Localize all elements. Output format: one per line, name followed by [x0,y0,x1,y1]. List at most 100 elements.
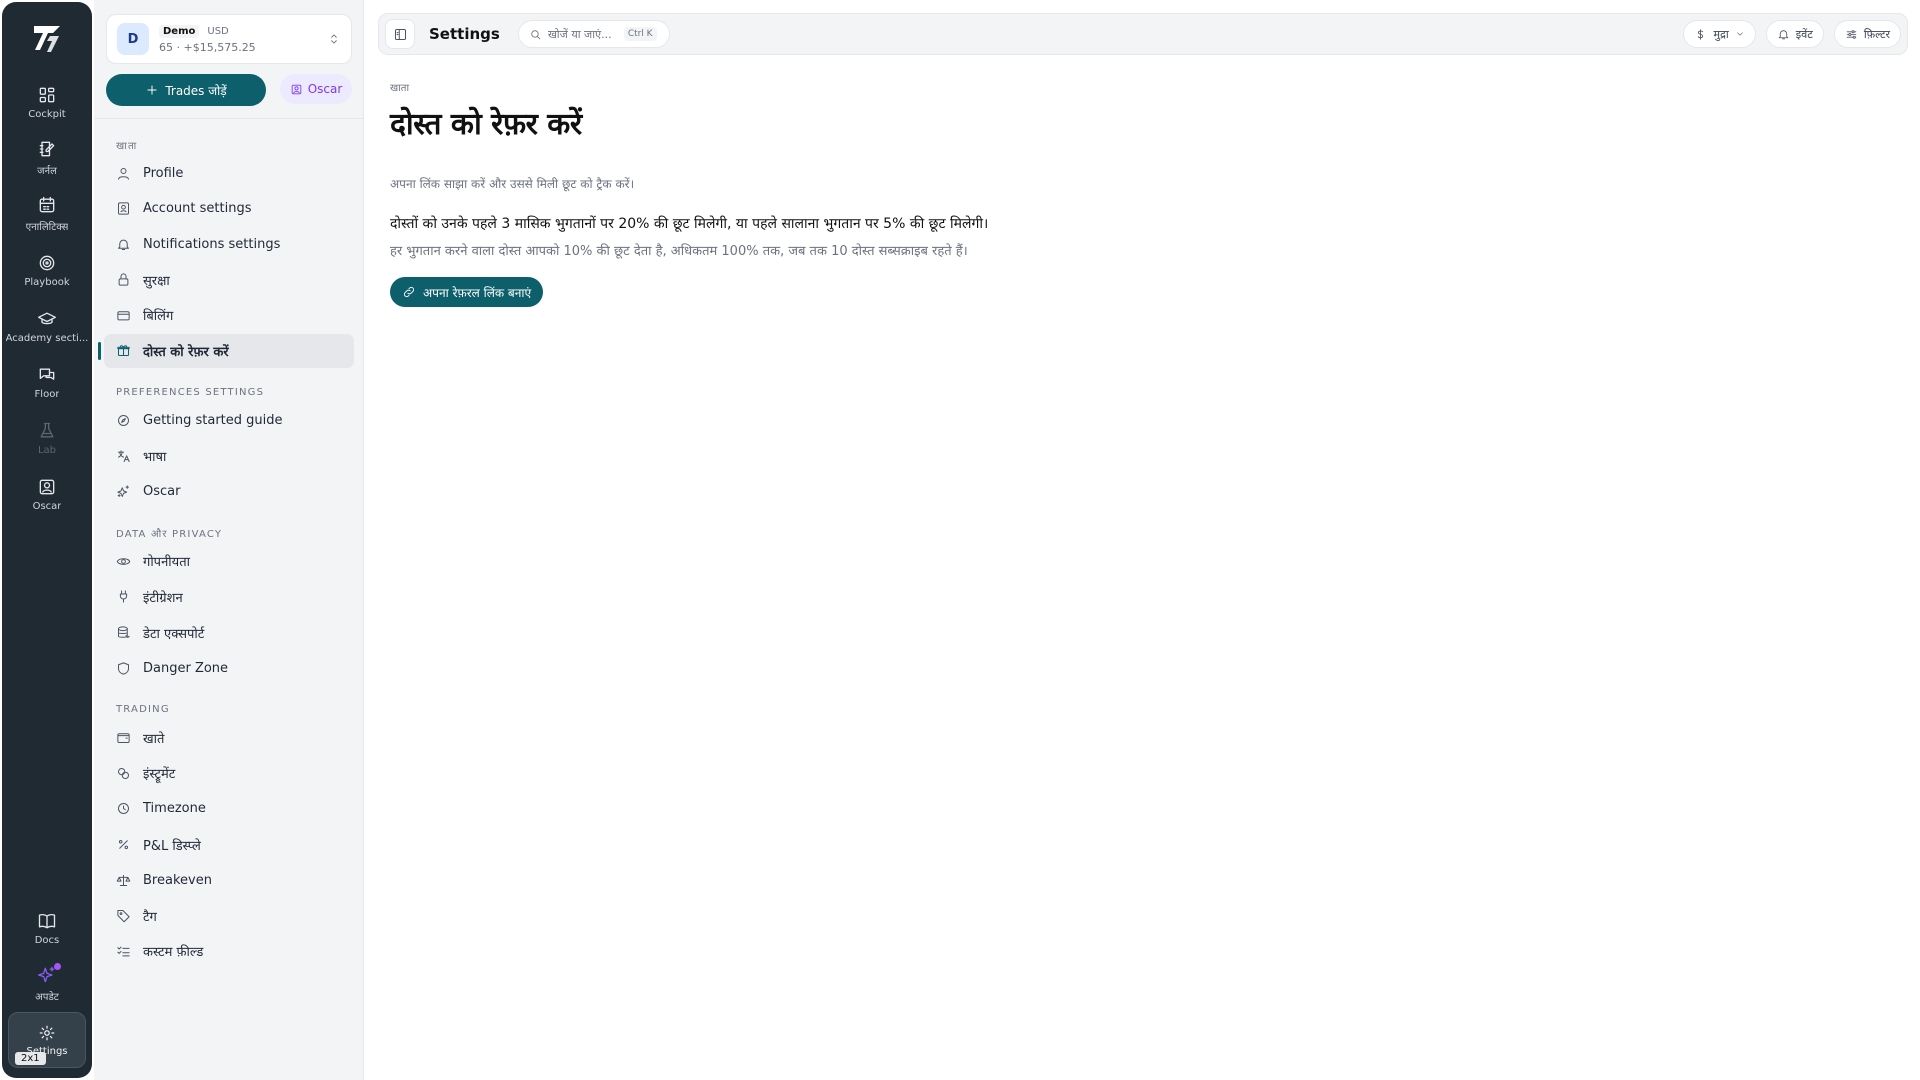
menu-item-breakeven[interactable]: Breakeven [104,863,354,897]
menu-item-timezone[interactable]: Timezone [104,792,354,826]
topbar-actions: मुद्रा इवेंट फ़िल्टर [1683,20,1901,48]
filter-label: फ़िल्टर [1863,27,1890,41]
shield-icon [118,662,129,675]
menu-item-label: Notifications settings [143,236,281,252]
link-icon [404,287,414,297]
page-title: दोस्त को रेफ़र करें [390,107,582,142]
filter-button[interactable]: फ़िल्टर [1833,20,1901,48]
rail-item-lab: Lab [2,410,92,466]
zoom-badge: 2x1 [15,1052,46,1065]
menu-item-oscar[interactable]: Oscar [104,475,354,509]
menu-item-label: दोस्त को रेफ़र करें [143,344,229,360]
menu-item-privacy[interactable]: गोपनीयता [104,544,354,578]
rail-item-updates[interactable]: अपडेट [35,956,61,1012]
events-button[interactable]: इवेंट [1765,20,1824,48]
menu-item-security[interactable]: सुरक्षा [104,263,354,297]
menu-item-notifications[interactable]: Notifications settings [104,227,354,261]
create-referral-link-button[interactable]: अपना रेफ़रल लिंक बनाएं [390,277,544,307]
eye-icon [116,558,131,565]
translate-icon [118,450,130,462]
user-icon [118,167,129,180]
target-icon [39,255,55,270]
rail-item-label: Docs [34,934,60,946]
events-label: इवेंट [1795,27,1813,41]
rail-bottom: Docs अपडेट Settings 2x1 [2,900,92,1078]
add-trades-button[interactable]: Trades जोड़ें [106,74,266,106]
menu-item-profile[interactable]: Profile [104,156,354,190]
menu-item-label: Account settings [143,201,252,217]
menu-item-label: Oscar [143,484,181,500]
menu-item-label: Timezone [143,801,206,817]
rail-item-label: Oscar [32,500,62,512]
menu-item-instruments[interactable]: इंस्ट्रूमेंट [104,756,354,790]
main-content: खाता दोस्त को रेफ़र करें अपना लिंक साझा … [390,80,1890,307]
page-subtitle: अपना लिंक साझा करें और उससे मिली छूट को … [390,177,635,191]
menu-item-danger-zone[interactable]: Danger Zone [104,651,354,685]
menu-item-refer-friend[interactable]: दोस्त को रेफ़र करें [98,333,354,368]
rail-item-docs[interactable]: Docs [34,900,60,956]
settings-menu: खाता Profile Account settings Notificati… [98,134,354,970]
account-switcher[interactable]: D Demo USD 65 · +$15,575.25 [106,14,352,64]
account-balance: 65 · +$15,575.25 [159,40,256,54]
menu-item-label: P&L डिस्प्ले [143,838,201,854]
checklist-icon [117,946,130,957]
menu-item-label: बिलिंग [143,309,174,325]
search-shortcut: Ctrl K [623,27,657,41]
menu-item-custom-fields[interactable]: कस्टम फ़ील्ड [104,934,354,968]
search-icon [531,29,541,39]
rail-item-academy[interactable]: Academy secti... [2,298,92,354]
rail-item-floor[interactable]: Floor [2,354,92,410]
oscar-icon [39,479,55,494]
menu-item-label: इंस्ट्रूमेंट [143,767,176,783]
menu-item-billing[interactable]: बिलिंग [104,298,354,332]
menu-item-label: Profile [143,165,184,181]
sidebar-toggle-button[interactable] [385,19,415,49]
rail-item-journal[interactable]: जर्नल [2,130,92,186]
sliders-icon [1846,29,1857,39]
top-bar: Settings Ctrl K मुद्रा इवेंट फ़िल्टर [378,13,1908,55]
flask-icon [40,422,54,437]
updates-icon-wrap [37,963,61,985]
section-label-data-privacy: Data और Privacy [116,529,223,541]
rail-item-label: अपडेट [35,992,59,1003]
oscar-button[interactable]: Oscar [280,74,352,104]
breadcrumb: खाता [390,83,410,94]
rail-item-oscar[interactable]: Oscar [2,466,92,522]
menu-item-integrations[interactable]: इंटीग्रेशन [104,580,354,614]
menu-item-language[interactable]: भाषा [104,439,354,473]
currency-select[interactable]: मुद्रा [1683,20,1756,48]
rail-item-label: Academy secti... [5,332,89,344]
rail-item-cockpit[interactable]: Cockpit [2,74,92,130]
book-icon [38,913,56,928]
bell-icon [1778,29,1789,39]
rail-item-settings[interactable]: Settings 2x1 [8,1012,86,1068]
app-logo-icon[interactable] [29,20,65,56]
oscar-icon [291,84,301,94]
sidebar-divider [94,118,363,119]
menu-item-accounts[interactable]: खाते [104,721,354,755]
menu-item-tags[interactable]: टैग [104,899,354,933]
rail-item-label: जर्नल [37,166,57,177]
tag-icon [117,910,130,923]
search-box[interactable]: Ctrl K [517,20,670,48]
database-icon [118,626,130,639]
menu-item-label: इंटीग्रेशन [143,590,183,606]
search-input[interactable] [547,27,618,41]
menu-item-account-settings[interactable]: Account settings [104,192,354,226]
oscar-label: Oscar [307,82,343,96]
rail-item-playbook[interactable]: Playbook [2,242,92,298]
menu-item-label: खाते [143,731,165,747]
lock-icon [118,273,129,286]
menu-item-pnl-display[interactable]: P&L डिस्प्ले [104,828,354,862]
calendar-icon [39,196,55,213]
credit-card-icon [117,311,130,321]
section-label-trading: Trading [116,704,170,716]
menu-item-data-export[interactable]: डेटा एक्सपोर्ट [104,616,354,650]
rail-item-analytics[interactable]: एनालिटिक्स [2,186,92,242]
sparkles-icon [117,485,129,498]
menu-item-label: सुरक्षा [143,273,170,289]
create-referral-link-label: अपना रेफ़रल लिंक बनाएं [423,285,532,300]
menu-item-getting-started[interactable]: Getting started guide [104,404,354,438]
